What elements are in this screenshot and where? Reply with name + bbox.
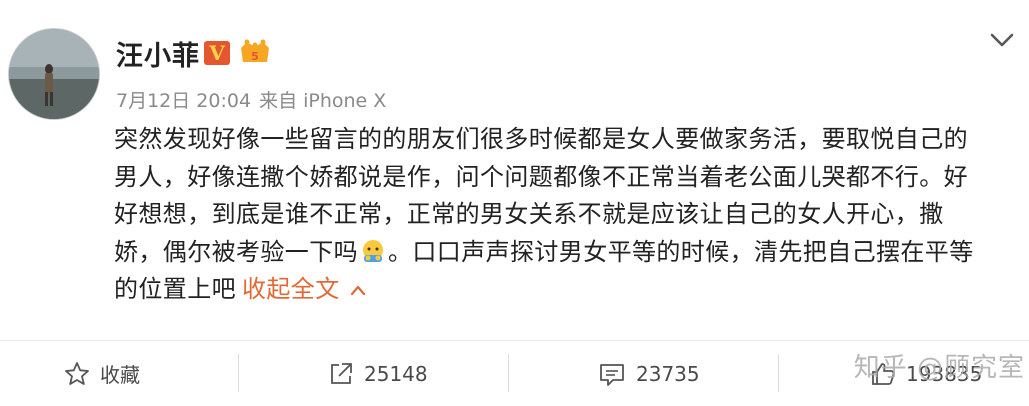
watermark: 知乎 @顾究室 bbox=[853, 353, 1025, 383]
svg-text:5: 5 bbox=[251, 50, 259, 63]
verified-badge: V bbox=[204, 41, 230, 65]
post-meta: 7月12日 20:04 来自 iPhone X bbox=[116, 86, 386, 113]
repost-count: 25148 bbox=[364, 361, 428, 386]
comment-button[interactable]: 23735 bbox=[598, 341, 700, 406]
vip-crown-icon: 5 bbox=[241, 39, 269, 63]
content-line-with-emoji: 娇，偶尔被考验一下吗 。口口声声探讨男女平等的时候，清先把自己摆在平等 bbox=[114, 234, 1004, 272]
repost-button[interactable]: 25148 bbox=[328, 341, 428, 406]
favorite-label: 收藏 bbox=[100, 363, 140, 387]
favorite-button[interactable]: 收藏 bbox=[64, 341, 140, 406]
chevron-down-icon[interactable] bbox=[989, 30, 1015, 50]
post-content: 突然发现好像一些留言的的朋友们很多时候都是女人要做家务活，要取悦自己的 男人，好… bbox=[114, 121, 1004, 309]
content-line: 的位置上吧 收起全文 bbox=[114, 271, 1004, 309]
action-separator bbox=[508, 354, 509, 392]
star-icon bbox=[65, 361, 89, 385]
content-line: 好想想，到底是谁不正常，正常的男女关系不就是应该让自己的女人开心，撒 bbox=[114, 200, 944, 228]
avatar[interactable] bbox=[8, 28, 100, 120]
username[interactable]: 汪小菲 bbox=[116, 34, 200, 73]
shy-face-emoji-icon bbox=[363, 239, 383, 262]
content-line: 男人，好像连撒个娇都说是作，问个问题都像不正常当着老公面儿哭都不行。好 bbox=[114, 162, 968, 191]
comment-count: 23735 bbox=[636, 361, 700, 386]
post-source: 来自 iPhone X bbox=[259, 90, 387, 112]
content-text: 。口口声声探讨男女平等的时候，清先把自己摆在平等 bbox=[388, 237, 974, 266]
content-line: 突然发现好像一些留言的的朋友们很多时候都是女人要做家务活，要取悦自己的 bbox=[114, 125, 968, 153]
comment-icon bbox=[600, 363, 624, 386]
action-separator bbox=[778, 354, 779, 392]
chevron-up-icon[interactable] bbox=[350, 284, 366, 296]
post-timestamp[interactable]: 7月12日 20:04 bbox=[116, 90, 251, 112]
share-arrow-icon bbox=[331, 362, 352, 384]
action-separator bbox=[238, 354, 239, 392]
weibo-post: 汪小菲 V 5 7月12日 20:04 来自 iPhone X 突然发现好像一些留… bbox=[0, 0, 1029, 406]
content-text: 娇，偶尔被考验一下吗 bbox=[114, 237, 358, 266]
avatar-photo bbox=[9, 29, 99, 119]
collapse-link[interactable]: 收起全文 bbox=[242, 275, 340, 303]
content-text: 的位置上吧 bbox=[114, 275, 236, 303]
